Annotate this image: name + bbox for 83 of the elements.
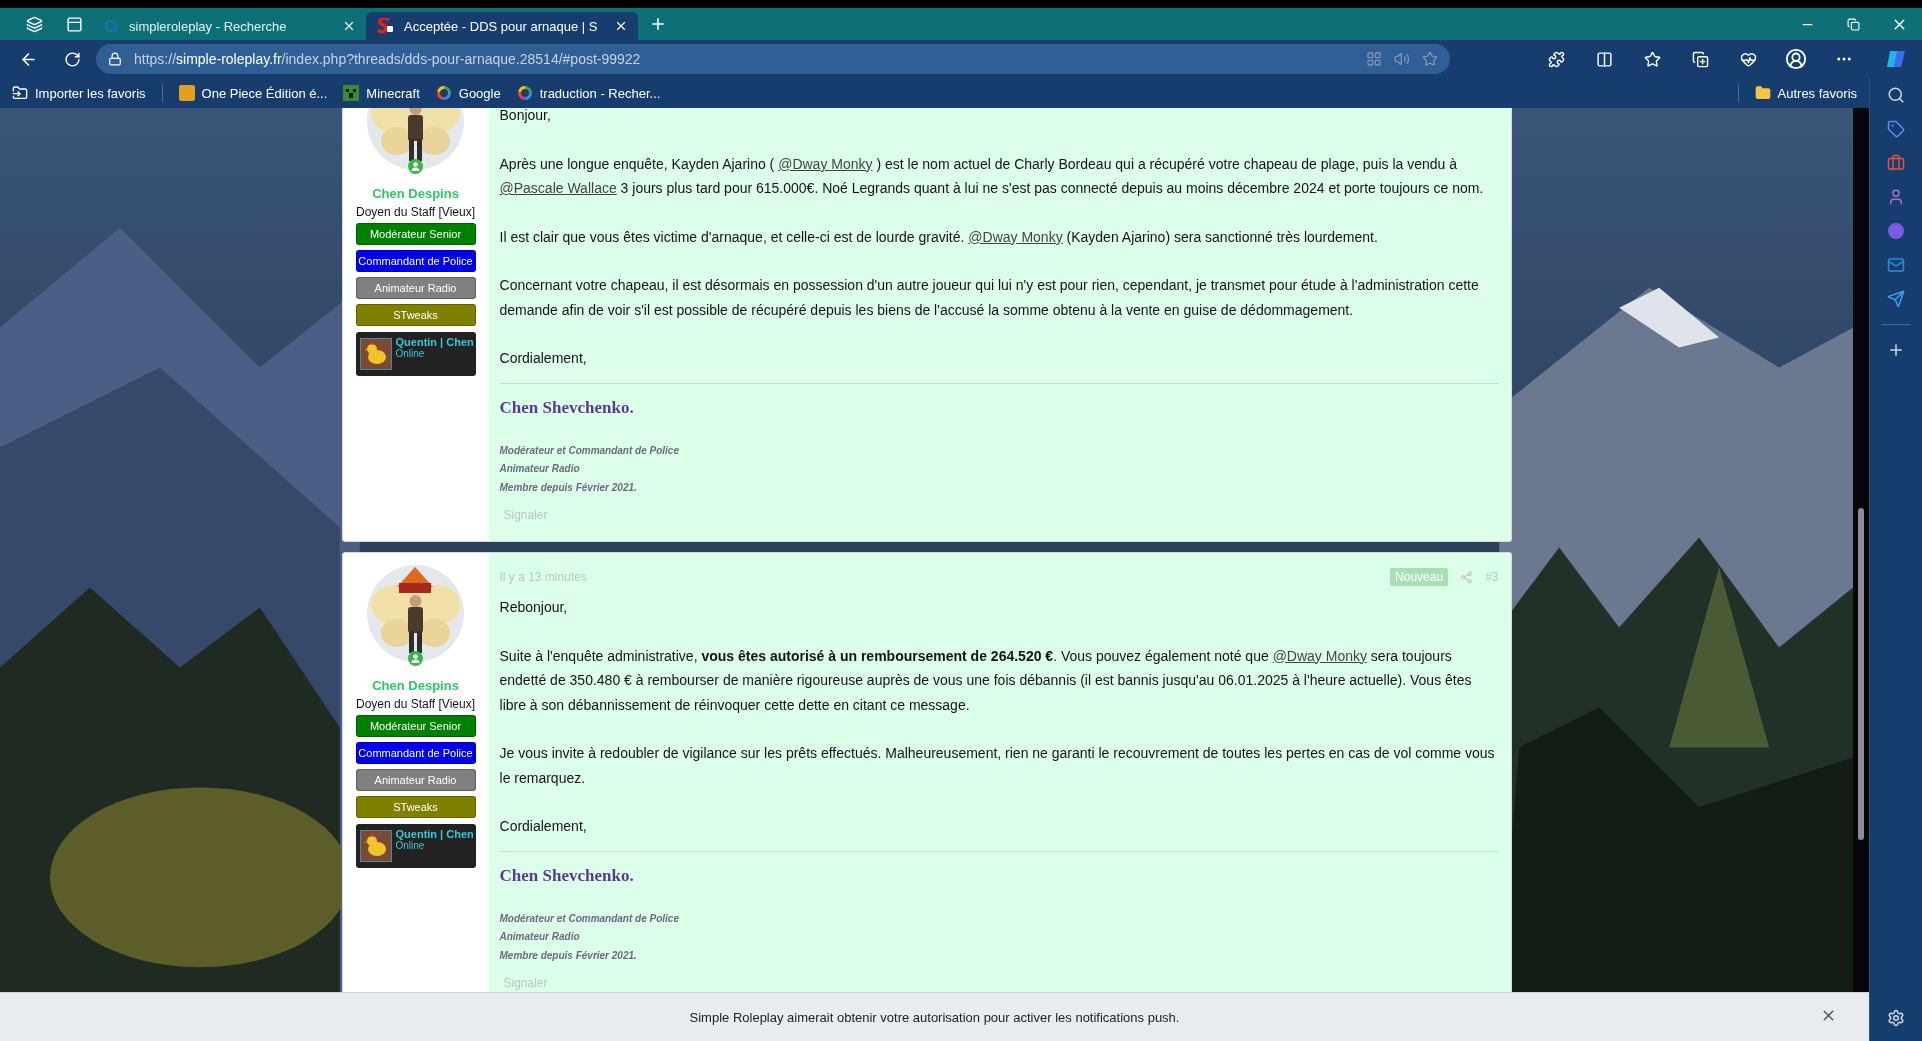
copilot-icon[interactable] bbox=[1885, 48, 1907, 70]
extensions-icon[interactable] bbox=[1547, 50, 1565, 68]
folder-import-icon bbox=[12, 85, 28, 101]
bookmark[interactable]: Minecraft bbox=[343, 85, 420, 101]
heart-pulse-icon[interactable] bbox=[1739, 50, 1757, 68]
new-label: Nouveau bbox=[1390, 568, 1449, 586]
site-logo-icon bbox=[376, 18, 394, 34]
mail-icon[interactable] bbox=[1887, 256, 1905, 274]
google-logo-icon bbox=[516, 85, 533, 101]
other-bookmarks[interactable]: Autres favoris bbox=[1754, 85, 1858, 101]
role-badge: Animateur Radio bbox=[355, 277, 476, 299]
mention-link[interactable]: @Dway Monky bbox=[968, 228, 1063, 245]
search-icon[interactable] bbox=[1887, 86, 1905, 104]
signature-line: Modérateur et Commandant de Police bbox=[499, 911, 680, 926]
signature-line: Animateur Radio bbox=[499, 930, 581, 944]
search-icon bbox=[104, 18, 119, 34]
profile-icon[interactable] bbox=[1785, 48, 1807, 70]
settings-icon[interactable] bbox=[1887, 1009, 1905, 1027]
post-paragraph: Suite à l'enquête administrative, vous êtes autorisé à un remboursement de 264.520 €. Vous pouvez également noté que @Dway Monky sera toujours endetté de 350.480 € à rembourser de manière rigoureuse auprès de vous une fois débannis (il est bannis jusqu'au 06.01.2025 à l'heure actuelle). Vous êtes libre à son débannissement de réinvoquer cette dette en citant ce message. bbox=[499, 646, 1473, 715]
close-icon[interactable] bbox=[342, 19, 356, 33]
bird-icon bbox=[359, 338, 392, 370]
post-paragraph: Cordialement, bbox=[499, 349, 588, 368]
mention-link[interactable]: @Dway Monky bbox=[1272, 647, 1367, 664]
bookmark[interactable]: Importer les favoris bbox=[12, 85, 146, 101]
role-badge: Commandant de Police bbox=[355, 742, 476, 764]
player-status: Online bbox=[395, 840, 425, 851]
signature-line: Modérateur et Commandant de Police bbox=[499, 443, 680, 458]
lock-icon bbox=[108, 52, 122, 66]
signature-name: Chen Shevchenko. bbox=[499, 865, 635, 886]
close-icon[interactable] bbox=[614, 19, 628, 33]
add-icon[interactable] bbox=[1887, 341, 1905, 359]
post-paragraph: Concernant votre chapeau, il est désormais en possession d'un autre joueur qui lui n'y est pour rien, cependant, je transmet pour étude à l'administration cette demande afin de voir s'il est possible de récupéré depuis les biens de l'accusé la somme obtenu à la vente en guise de dédommagement. bbox=[499, 276, 1480, 320]
bookmark[interactable]: traduction - Recher... bbox=[516, 85, 661, 101]
creeper-icon bbox=[343, 85, 360, 101]
signature-line: Animateur Radio bbox=[499, 462, 581, 476]
collections-icon[interactable] bbox=[1691, 50, 1709, 68]
online-status-icon bbox=[408, 651, 423, 666]
mention-link[interactable]: @Dway Monky bbox=[778, 155, 873, 172]
player-status: Online bbox=[395, 348, 425, 359]
favorites-icon[interactable] bbox=[1643, 50, 1661, 68]
vertical-scrollbar[interactable] bbox=[1853, 108, 1870, 992]
post-paragraph: Bonjour, bbox=[499, 108, 552, 125]
role-badge: STweaks bbox=[355, 796, 476, 818]
google-logo-icon bbox=[435, 85, 452, 101]
post-paragraph: Rebonjour, bbox=[499, 598, 569, 617]
post-paragraph: Il est clair que vous êtes victime d'arnaque, et celle-ci est de lourde gravité. @Dway Monky (Kayden Ajarino) sera sanctionné très lourdement. bbox=[499, 227, 1379, 247]
browser-tab[interactable]: simpleroleplay - Recherche bbox=[94, 12, 366, 40]
mention-link[interactable]: @Pascale Wallace bbox=[499, 180, 617, 196]
user-title: Doyen du Staff [Vieux] bbox=[356, 205, 475, 219]
player-name: Quentin | Chen bbox=[395, 336, 474, 348]
workspaces-icon[interactable] bbox=[25, 15, 43, 33]
post-paragraph: Je vous invite à redoubler de vigilance sur les prêts effectués. Malheureusement, rien ne garanti le recouvrement de toutes les pertes en cas de vol comme vous le remarquez. bbox=[499, 744, 1496, 788]
send-icon[interactable] bbox=[1887, 290, 1905, 308]
role-badge: STweaks bbox=[355, 304, 476, 326]
post-paragraph: Cordialement, bbox=[499, 817, 588, 836]
bookmark[interactable]: One Piece Édition é... bbox=[178, 85, 328, 101]
signature-line: Membre depuis Février 2021. bbox=[499, 948, 638, 963]
restore-icon[interactable] bbox=[1846, 17, 1860, 31]
signature-line: Membre depuis Février 2021. bbox=[499, 480, 638, 495]
refresh-icon[interactable] bbox=[63, 50, 81, 68]
person-icon[interactable] bbox=[1887, 188, 1905, 206]
briefcase-icon[interactable] bbox=[1887, 154, 1905, 172]
bird-icon bbox=[359, 830, 392, 862]
role-badge: Animateur Radio bbox=[355, 769, 476, 791]
tag-icon[interactable] bbox=[1887, 120, 1905, 138]
shop-logo-icon bbox=[178, 85, 195, 101]
browser-tab[interactable]: Acceptée - DDS pour arnaque | S bbox=[366, 12, 638, 40]
split-screen-icon[interactable] bbox=[1595, 50, 1613, 68]
role-badge: Commandant de Police bbox=[355, 250, 476, 272]
folder-icon bbox=[1754, 85, 1771, 101]
tab-actions-icon[interactable] bbox=[65, 15, 83, 33]
address-bar[interactable]: https://simple-roleplay.fr/index.php?threads/dds-pour-arnaque.28514/#post-99922 bbox=[96, 44, 1450, 74]
new-tab-icon[interactable] bbox=[649, 15, 667, 33]
player-name: Quentin | Chen bbox=[395, 828, 474, 840]
role-badge: Modérateur Senior bbox=[355, 223, 476, 245]
user-title: Doyen du Staff [Vieux] bbox=[356, 697, 475, 711]
online-status-icon bbox=[408, 159, 423, 174]
signature-name: Chen Shevchenko. bbox=[499, 397, 635, 418]
post-paragraph: Après une longue enquête, Kayden Ajarino ( @Dway Monky ) est le nom actuel de Charly Bordeau qui a récupéré votre chapeau de plage, puis la vendu à @Pascale Wallace 3 jours plus tard pour 615.000€. Noé Legrands quant à lui ne s'est pas connecté depuis au moins décembre 2024 et porte toujours ce nom. bbox=[499, 154, 1485, 198]
bookmark[interactable]: Google bbox=[435, 85, 501, 101]
notification-message: Simple Roleplay aimerait obtenir votre autorisation pour activer les notifications push. bbox=[689, 1009, 1180, 1025]
favorite-star-icon[interactable] bbox=[1422, 51, 1438, 67]
role-badge: Modérateur Senior bbox=[355, 715, 476, 737]
